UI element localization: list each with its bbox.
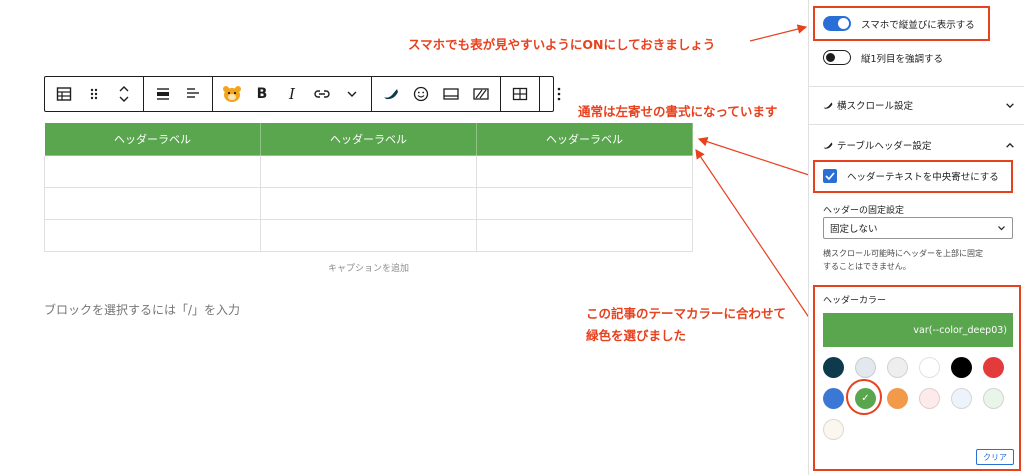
table-header-cell[interactable]: ヘッダーラベル — [260, 122, 477, 156]
toggle-first-column-label: 縦1列目を強調する — [861, 53, 944, 65]
panel-horizontal-scroll-title: 横スクロール設定 — [837, 101, 914, 112]
table-row — [44, 187, 693, 220]
toolbar-group-table — [501, 77, 540, 111]
italic-icon[interactable]: I — [277, 77, 307, 111]
block-appender-placeholder[interactable]: ブロックを選択するには「/」を入力 — [44, 301, 240, 318]
color-swatch[interactable] — [823, 419, 844, 440]
header-color-label: ヘッダーカラー — [823, 296, 887, 306]
text-align-icon[interactable] — [178, 77, 208, 111]
panel-table-header-title: テーブルヘッダー設定 — [837, 141, 932, 152]
color-swatch[interactable] — [823, 388, 844, 409]
marker-icon — [823, 101, 833, 109]
annotation-theme-color-line1: この記事のテーマカラーに合わせて — [586, 306, 787, 321]
move-up-down-icon[interactable] — [109, 77, 139, 111]
toggle-mobile-vertical[interactable] — [823, 16, 851, 31]
toolbar-group-extras — [372, 77, 501, 111]
color-swatch[interactable] — [951, 388, 972, 409]
divider — [809, 124, 1024, 125]
settings-sidebar: スマホで縦並びに表示する 縦1列目を強調する 横スクロール設定 テーブルヘッダー… — [808, 0, 1024, 475]
toolbar-group-more — [540, 77, 578, 111]
align-icon[interactable] — [148, 77, 178, 111]
data-table: ヘッダーラベル ヘッダーラベル ヘッダーラベル — [44, 122, 693, 252]
color-swatch[interactable] — [887, 388, 908, 409]
table-icon[interactable] — [49, 77, 79, 111]
toolbar-group-align — [144, 77, 213, 111]
table-cell[interactable] — [44, 187, 261, 220]
checkbox-center-header-row[interactable]: ヘッダーテキストを中央寄せにする — [823, 169, 999, 183]
mascot-icon[interactable] — [217, 77, 247, 111]
table-cell[interactable] — [476, 219, 693, 252]
color-swatch[interactable] — [855, 357, 876, 378]
drag-handle-icon[interactable] — [79, 77, 109, 111]
more-options-icon[interactable] — [544, 77, 574, 111]
arrow-to-mobile-toggle — [749, 24, 808, 42]
bold-icon[interactable]: B — [247, 77, 277, 111]
block-toolbar: B I — [44, 76, 561, 112]
header-fixed-help-line1: 横スクロール可能時にヘッダーを上部に固定 — [823, 249, 983, 258]
annotation-theme-color-line2: 緑色を選びました — [586, 328, 687, 343]
table-header-cell[interactable]: ヘッダーラベル — [44, 122, 261, 156]
annotation-mobile-toggle: スマホでも表が見やすいようにONにしておきましょう — [408, 37, 716, 52]
header-fixed-select-value: 固定しない — [830, 224, 878, 235]
table-cell[interactable] — [44, 219, 261, 252]
header-fixed-label: ヘッダーの固定設定 — [823, 206, 905, 216]
table-cell[interactable] — [44, 155, 261, 188]
link-icon[interactable] — [307, 77, 337, 111]
toggle-mobile-vertical-row[interactable]: スマホで縦並びに表示する — [823, 16, 975, 31]
toggle-first-column-row[interactable]: 縦1列目を強調する — [823, 50, 943, 65]
panel-horizontal-scroll[interactable]: 横スクロール設定 — [823, 98, 1015, 112]
toggle-mobile-vertical-label: スマホで縦並びに表示する — [861, 19, 975, 31]
emoji-icon[interactable] — [406, 77, 436, 111]
chevron-down-icon — [1006, 102, 1014, 108]
color-swatch[interactable] — [887, 357, 908, 378]
table-caption-placeholder[interactable]: キャプションを追加 — [44, 261, 693, 274]
color-swatch[interactable] — [983, 388, 1004, 409]
header-fixed-help: 横スクロール可能時にヘッダーを上部に固定 することはできません。 — [823, 247, 1013, 273]
arrow-to-color-preview — [695, 149, 813, 323]
table-cell[interactable] — [260, 155, 477, 188]
table-header-row: ヘッダーラベル ヘッダーラベル ヘッダーラベル — [44, 122, 693, 156]
panel-table-header[interactable]: テーブルヘッダー設定 — [823, 138, 1015, 152]
divider — [809, 86, 1024, 87]
table-header-cell[interactable]: ヘッダーラベル — [476, 122, 693, 156]
color-swatch[interactable] — [951, 357, 972, 378]
table-cell[interactable] — [260, 187, 477, 220]
color-swatch[interactable] — [919, 357, 940, 378]
header-fixed-help-line2: することはできません。 — [823, 262, 911, 271]
color-swatch[interactable] — [823, 357, 844, 378]
checkbox-center-header[interactable] — [823, 169, 837, 183]
header-color-preview[interactable]: var(--color_deep03) — [823, 313, 1013, 347]
chevron-down-icon[interactable] — [337, 77, 367, 111]
chevron-down-icon — [998, 226, 1005, 231]
clear-color-button[interactable]: クリア — [976, 449, 1014, 465]
arrow-to-table-header — [697, 137, 813, 177]
table-cell[interactable] — [260, 219, 477, 252]
table-row — [44, 155, 693, 188]
annotation-theme-color: この記事のテーマカラーに合わせて 緑色を選びました — [586, 303, 786, 347]
checkmark-icon — [825, 172, 835, 180]
annotation-left-aligned: 通常は左寄せの書式になっています — [578, 104, 778, 119]
table-row — [44, 219, 693, 252]
selected-swatch-highlight — [846, 379, 882, 415]
strikethrough-box-icon[interactable] — [466, 77, 496, 111]
toolbar-group-format: B I — [213, 77, 372, 111]
color-swatch[interactable] — [919, 388, 940, 409]
header-color-value: var(--color_deep03) — [913, 324, 1007, 336]
checkbox-center-header-label: ヘッダーテキストを中央寄せにする — [847, 172, 999, 183]
table-cell[interactable] — [476, 155, 693, 188]
color-swatch[interactable] — [983, 357, 1004, 378]
toggle-first-column[interactable] — [823, 50, 851, 65]
table-edit-icon[interactable] — [505, 77, 535, 111]
table-cell[interactable] — [476, 187, 693, 220]
marker-icon[interactable] — [376, 77, 406, 111]
header-fixed-select[interactable]: 固定しない — [823, 217, 1013, 239]
marker-icon — [823, 141, 833, 149]
toolbar-group-block — [45, 77, 144, 111]
chevron-up-icon — [1006, 142, 1014, 148]
table-block[interactable]: ヘッダーラベル ヘッダーラベル ヘッダーラベル — [44, 122, 693, 252]
frame-icon[interactable] — [436, 77, 466, 111]
